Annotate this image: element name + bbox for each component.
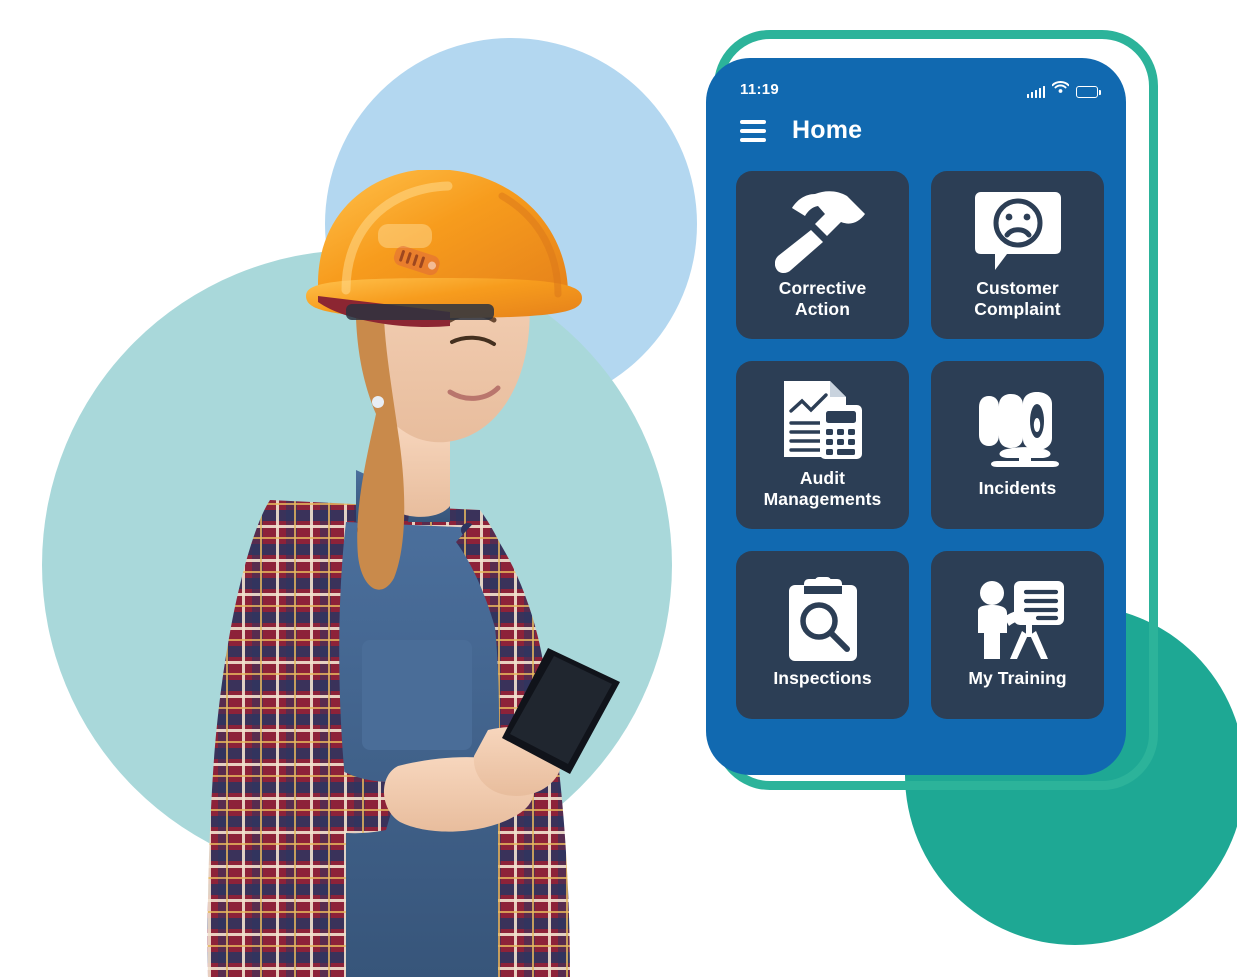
app-bar: Home [706, 102, 1126, 151]
tile-audit-managements[interactable]: Audit Managements [736, 361, 909, 529]
hero-illustration: 11:19 Home Corrective Action Customer Co… [0, 0, 1237, 977]
sad-face-speech-bubble-icon [973, 186, 1063, 274]
document-calculator-icon [780, 376, 866, 464]
clipboard-magnifier-icon [785, 576, 861, 664]
status-bar: 11:19 [706, 58, 1126, 102]
phone-mockup: 11:19 Home Corrective Action Customer Co… [706, 30, 1158, 790]
status-bar-time: 11:19 [740, 80, 780, 98]
wifi-icon [1051, 80, 1070, 98]
tile-label: Customer Complaint [974, 277, 1061, 319]
phone-screen: 11:19 Home Corrective Action Customer Co… [706, 58, 1126, 775]
tile-label: Corrective Action [778, 277, 867, 319]
tile-corrective-action[interactable]: Corrective Action [736, 171, 909, 339]
tile-label: Inspections [773, 668, 872, 689]
tile-label: Audit Managements [763, 467, 882, 509]
spilled-barrels-icon [973, 386, 1063, 474]
cellular-signal-icon [1026, 86, 1045, 98]
presenter-flipchart-icon [970, 576, 1066, 664]
tile-incidents[interactable]: Incidents [931, 361, 1104, 529]
tile-inspections[interactable]: Inspections [736, 551, 909, 719]
home-tile-grid: Corrective Action Customer Complaint Aud… [706, 151, 1126, 775]
mint-circle-decoration [42, 250, 672, 880]
battery-icon [1076, 86, 1101, 98]
status-bar-icons [1026, 80, 1101, 98]
hammer-icon [774, 186, 871, 274]
tile-my-training[interactable]: My Training [931, 551, 1104, 719]
tile-customer-complaint[interactable]: Customer Complaint [931, 171, 1104, 339]
hamburger-menu-icon[interactable] [740, 119, 766, 142]
page-title: Home [792, 116, 863, 144]
tile-label: My Training [968, 668, 1067, 689]
tile-label: Incidents [978, 478, 1057, 499]
